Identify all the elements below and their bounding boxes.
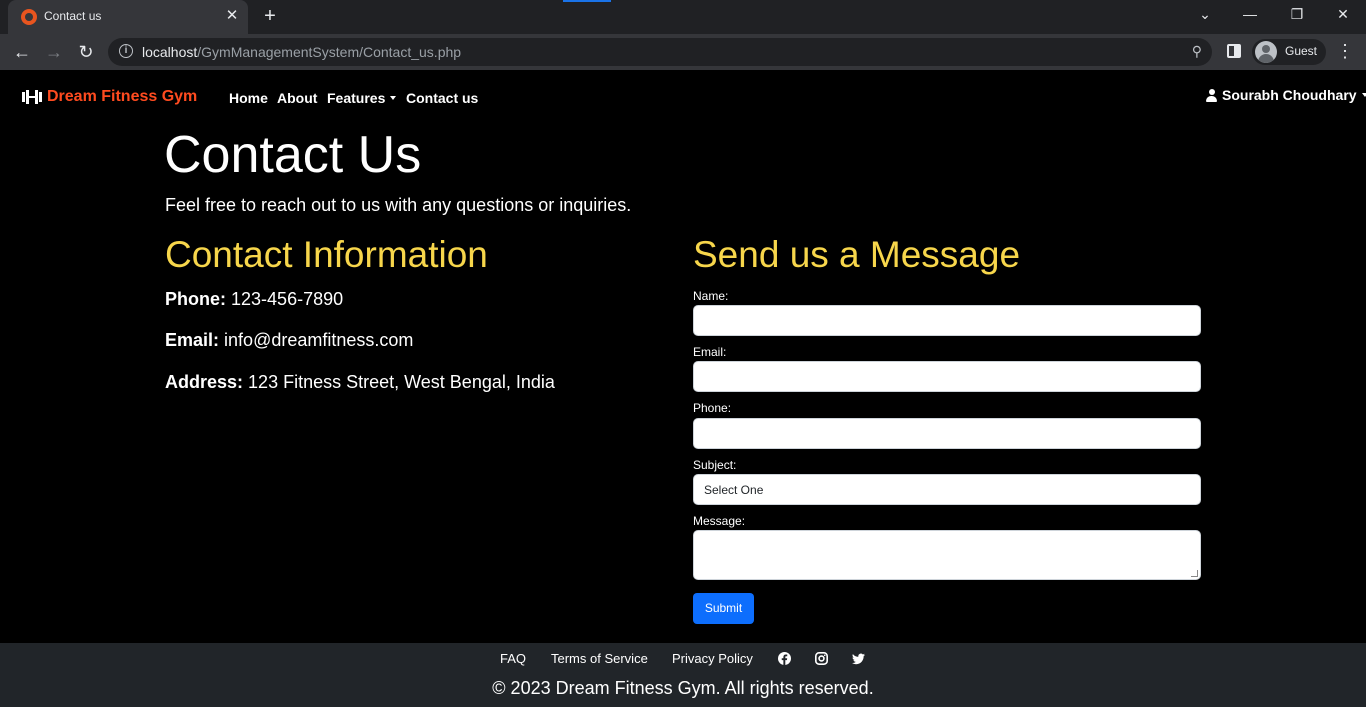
footer-link-faq[interactable]: FAQ xyxy=(500,651,526,666)
phone-label: Phone: xyxy=(693,401,732,415)
page-title: Contact Us xyxy=(164,126,422,184)
page-lead: Feel free to reach out to us with any qu… xyxy=(165,195,632,215)
profile-button[interactable]: Guest xyxy=(1252,39,1326,65)
brand-name: Dream Fitness Gym xyxy=(47,88,198,105)
forward-arrow-icon[interactable]: → xyxy=(42,41,66,63)
url-text[interactable]: localhost/GymManagementSystem/Contact_us… xyxy=(142,44,461,60)
reload-icon[interactable]: ↻ xyxy=(74,41,98,63)
twitter-icon[interactable] xyxy=(852,652,865,665)
name-label: Name: xyxy=(693,289,729,303)
subject-selected-value: Select One xyxy=(704,483,764,497)
restore-icon[interactable]: ❐ xyxy=(1285,6,1309,23)
email-input[interactable] xyxy=(693,361,1201,392)
user-name: Sourabh Choudhary xyxy=(1222,87,1357,103)
site-favicon-icon xyxy=(21,9,37,25)
footer-link-terms[interactable]: Terms of Service xyxy=(551,651,648,666)
site-navbar: Dream Fitness Gym Home About Features Co… xyxy=(0,70,1366,122)
nav-about[interactable]: About xyxy=(277,90,317,106)
contact-address: Address: 123 Fitness Street, West Bengal… xyxy=(165,372,555,392)
site-info-icon[interactable]: i xyxy=(119,44,133,58)
site-footer: FAQ Terms of Service Privacy Policy © 20… xyxy=(0,643,1366,707)
subject-select[interactable]: Select One xyxy=(693,474,1201,505)
contact-phone: Phone: 123-456-7890 xyxy=(165,289,344,309)
user-icon xyxy=(1206,88,1217,102)
guest-avatar-icon xyxy=(1255,41,1277,63)
close-window-icon[interactable]: ✕ xyxy=(1331,6,1355,23)
user-menu-dropdown[interactable]: Sourabh Choudhary xyxy=(1206,87,1366,103)
facebook-icon[interactable] xyxy=(778,652,791,665)
resize-handle-icon[interactable] xyxy=(1191,570,1198,577)
minimize-icon[interactable]: — xyxy=(1238,6,1262,22)
contact-email: Email: info@dreamfitness.com xyxy=(165,330,414,350)
new-tab-icon[interactable]: + xyxy=(259,5,281,27)
close-tab-icon[interactable]: ✕ xyxy=(223,7,241,25)
instagram-icon[interactable] xyxy=(815,652,828,665)
contact-info-heading: Contact Information xyxy=(165,234,488,275)
footer-link-privacy[interactable]: Privacy Policy xyxy=(672,651,753,666)
submit-button[interactable]: Submit xyxy=(693,593,754,624)
message-textarea[interactable] xyxy=(693,530,1201,580)
browser-tab-bar: Contact us ✕ + ⌄ — ❐ ✕ xyxy=(0,0,1366,34)
dumbbell-icon xyxy=(22,90,42,104)
tab-title: Contact us xyxy=(44,9,102,23)
phone-input[interactable] xyxy=(693,418,1201,449)
zoom-search-icon[interactable]: ⚲ xyxy=(1192,43,1202,60)
message-label: Message: xyxy=(693,514,746,528)
browser-toolbar: ← → ↻ i localhost/GymManagementSystem/Co… xyxy=(0,34,1366,70)
profile-label: Guest xyxy=(1285,44,1318,58)
caret-down-icon xyxy=(1361,93,1366,97)
nav-home[interactable]: Home xyxy=(229,90,268,106)
address-bar[interactable]: i localhost/GymManagementSystem/Contact_… xyxy=(108,38,1212,66)
nav-features-dropdown[interactable]: Features xyxy=(327,90,397,106)
form-heading: Send us a Message xyxy=(693,234,1021,275)
side-panel-icon[interactable] xyxy=(1227,44,1241,58)
copyright-text: © 2023 Dream Fitness Gym. All rights res… xyxy=(492,678,874,698)
email-label: Email: xyxy=(693,345,727,359)
nav-contact[interactable]: Contact us xyxy=(406,90,478,106)
back-arrow-icon[interactable]: ← xyxy=(10,41,34,63)
browser-menu-icon[interactable]: ⋮ xyxy=(1336,41,1354,61)
tab-strip-indicator xyxy=(563,0,611,2)
caret-down-icon xyxy=(390,96,397,100)
name-input[interactable] xyxy=(693,305,1201,336)
tab-search-chevron-icon[interactable]: ⌄ xyxy=(1193,6,1217,23)
brand-link[interactable]: Dream Fitness Gym xyxy=(22,88,197,106)
subject-label: Subject: xyxy=(693,458,737,472)
browser-tab[interactable]: Contact us ✕ xyxy=(8,0,248,34)
